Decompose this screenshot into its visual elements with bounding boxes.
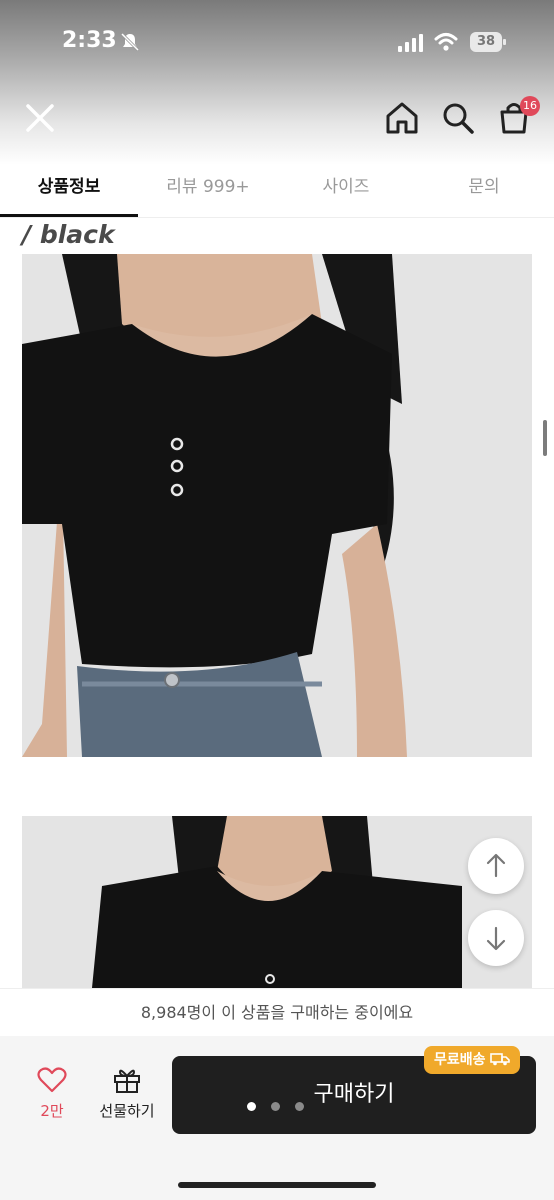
page-dot [295, 1102, 304, 1111]
page-dot [271, 1102, 280, 1111]
bell-off-icon [120, 32, 140, 52]
tab-size[interactable]: 사이즈 [278, 165, 414, 217]
tab-bar: 상품정보 리뷰 999+ 사이즈 문의 [0, 165, 554, 218]
purchase-count-banner: 8,984명이 이 상품을 구매하는 중이에요 [0, 988, 554, 1037]
scroll-indicator[interactable] [543, 420, 547, 456]
app-screen: 2:33 38 16 상품정보 리뷰 999+ 사이즈 문의 / black 8… [0, 0, 554, 1200]
status-bar: 2:33 38 [0, 20, 554, 64]
home-indicator [178, 1182, 376, 1188]
status-time: 2:33 [62, 28, 117, 53]
search-icon[interactable] [438, 98, 478, 138]
battery-indicator: 38 [470, 32, 506, 52]
wifi-icon [434, 33, 458, 51]
cart-count-badge: 16 [520, 96, 540, 116]
tab-inquiry[interactable]: 문의 [414, 165, 554, 217]
arrow-up-icon [486, 853, 506, 878]
signal-icon [398, 34, 423, 52]
product-photo-2-image [22, 816, 532, 988]
like-button[interactable]: 2만 [22, 1066, 82, 1121]
product-photo-2 [22, 816, 532, 988]
arrow-down-icon [486, 926, 506, 951]
gift-button[interactable]: 선물하기 [92, 1066, 162, 1121]
page-dot-active [247, 1102, 256, 1111]
free-shipping-badge: 무료배송 [424, 1046, 521, 1074]
scroll-down-button[interactable] [468, 910, 524, 966]
scroll-up-button[interactable] [468, 838, 524, 894]
tab-product-info[interactable]: 상품정보 [0, 165, 138, 217]
battery-level: 38 [470, 32, 502, 52]
page-dots [247, 1102, 317, 1112]
gift-label: 선물하기 [99, 1102, 155, 1120]
truck-icon [490, 1053, 511, 1066]
product-photo-1 [22, 254, 532, 757]
like-count: 2만 [40, 1102, 64, 1120]
battery-nub [503, 39, 506, 45]
close-icon[interactable] [20, 98, 60, 138]
free-shipping-label: 무료배송 [434, 1052, 486, 1068]
home-icon[interactable] [382, 98, 422, 138]
gift-icon [114, 1069, 140, 1093]
product-photo-1-image [22, 254, 532, 757]
heart-icon [37, 1067, 67, 1093]
navigation-bar [0, 90, 554, 146]
active-tab-indicator [0, 214, 138, 217]
tab-reviews[interactable]: 리뷰 999+ [138, 165, 278, 217]
color-label: / black [22, 220, 115, 249]
